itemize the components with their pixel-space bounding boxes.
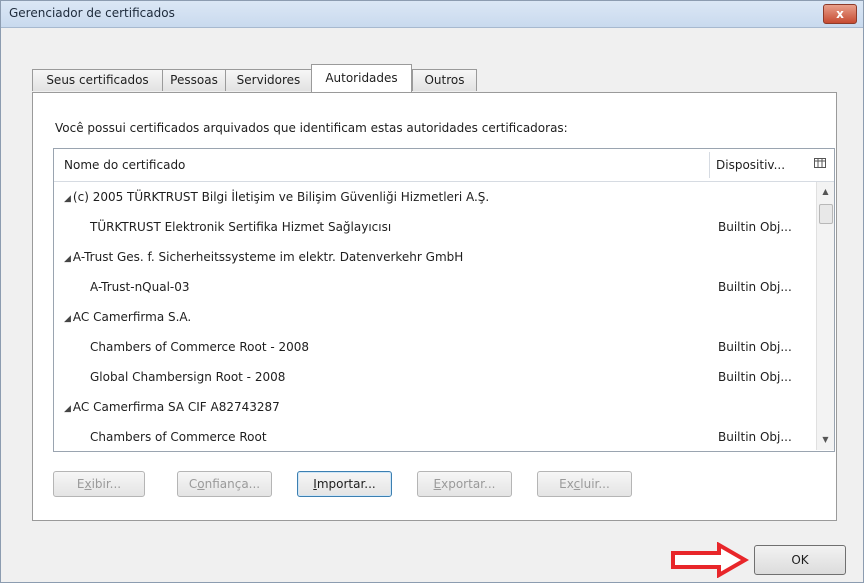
row-device: Builtin Obj...: [718, 280, 792, 294]
table-row-group[interactable]: ◢ AC Camerfirma S.A.: [54, 302, 814, 332]
tab-seus-certificados[interactable]: Seus certificados: [32, 69, 163, 91]
table-row[interactable]: A-Trust-nQual-03 Builtin Obj...: [54, 272, 814, 302]
delete-button[interactable]: Excluir...: [537, 471, 632, 497]
row-name: A-Trust Ges. f. Sicherheitssysteme im el…: [72, 250, 464, 264]
scroll-up-arrow-icon[interactable]: ▲: [817, 184, 834, 200]
row-name: TÜRKTRUST Elektronik Sertifika Hizmet Sa…: [90, 220, 392, 234]
table-row[interactable]: Chambers of Commerce Root Builtin Obj...: [54, 422, 814, 452]
expand-triangle-icon[interactable]: ◢: [64, 314, 71, 324]
close-button[interactable]: x: [823, 4, 857, 24]
expand-triangle-icon[interactable]: ◢: [64, 194, 71, 204]
row-name: Chambers of Commerce Root: [90, 430, 267, 444]
row-name: A-Trust-nQual-03: [90, 280, 190, 294]
ok-button[interactable]: OK: [754, 545, 846, 575]
expand-triangle-icon[interactable]: ◢: [64, 404, 71, 414]
column-picker-icon[interactable]: [814, 157, 826, 172]
table-body: ◢ (c) 2005 TÜRKTRUST Bilgi İletişim ve Bi…: [54, 182, 814, 452]
table-row[interactable]: Global Chambersign Root - 2008 Builtin O…: [54, 362, 814, 392]
export-button[interactable]: Exportar...: [417, 471, 512, 497]
table-row-group[interactable]: ◢ AC Camerfirma SA CIF A82743287: [54, 392, 814, 422]
table-row-group[interactable]: ◢ (c) 2005 TÜRKTRUST Bilgi İletişim ve Bi…: [54, 182, 814, 212]
table-row-group[interactable]: ◢ A-Trust Ges. f. Sicherheitssysteme im e…: [54, 242, 814, 272]
red-arrow-icon: [671, 542, 749, 578]
tab-outros[interactable]: Outros: [412, 69, 477, 91]
row-device: Builtin Obj...: [718, 340, 792, 354]
title-bar: Gerenciador de certificados x: [1, 1, 863, 28]
close-icon: x: [836, 7, 844, 21]
table-row[interactable]: TÜRKTRUST Elektronik Sertifika Hizmet Sa…: [54, 212, 814, 242]
certificate-tree[interactable]: Nome do certificado Dispositiv... ◢ (c) 2…: [53, 148, 835, 452]
scrollbar-thumb[interactable]: [819, 204, 833, 224]
tab-pessoas[interactable]: Pessoas: [162, 69, 226, 91]
import-button[interactable]: Importar...: [297, 471, 392, 497]
intro-text: Você possui certificados arquivados que …: [55, 121, 568, 135]
tab-autoridades[interactable]: Autoridades: [311, 64, 412, 92]
scroll-down-arrow-icon[interactable]: ▼: [817, 432, 834, 448]
row-device: Builtin Obj...: [718, 370, 792, 384]
table-header: Nome do certificado Dispositiv...: [54, 149, 834, 182]
tab-label: Servidores: [236, 73, 301, 87]
authorities-panel: Você possui certificados arquivados que …: [32, 92, 837, 521]
column-divider[interactable]: [709, 152, 710, 178]
trust-button[interactable]: Confiança...: [177, 471, 272, 497]
vertical-scrollbar[interactable]: ▲ ▼: [816, 182, 834, 450]
row-name: (c) 2005 TÜRKTRUST Bilgi İletişim ve Bil…: [72, 190, 490, 204]
column-header-name[interactable]: Nome do certificado: [64, 158, 185, 172]
expand-triangle-icon[interactable]: ◢: [64, 254, 71, 264]
row-device: Builtin Obj...: [718, 430, 792, 444]
tab-servidores[interactable]: Servidores: [225, 69, 312, 91]
tab-label: Autoridades: [325, 71, 398, 85]
row-name: AC Camerfirma S.A.: [72, 310, 192, 324]
window-title: Gerenciador de certificados: [9, 6, 175, 20]
certificate-manager-window: Gerenciador de certificados x Seus certi…: [0, 0, 864, 583]
row-name: AC Camerfirma SA CIF A82743287: [72, 400, 280, 414]
tab-label: Seus certificados: [46, 73, 149, 87]
row-device: Builtin Obj...: [718, 220, 792, 234]
table-row[interactable]: Chambers of Commerce Root - 2008 Builtin…: [54, 332, 814, 362]
view-button[interactable]: Exibir...: [53, 471, 145, 497]
row-name: Global Chambersign Root - 2008: [90, 370, 286, 384]
row-name: Chambers of Commerce Root - 2008: [90, 340, 310, 354]
column-header-device[interactable]: Dispositiv...: [716, 158, 785, 172]
tab-label: Outros: [424, 73, 465, 87]
tab-label: Pessoas: [170, 73, 218, 87]
